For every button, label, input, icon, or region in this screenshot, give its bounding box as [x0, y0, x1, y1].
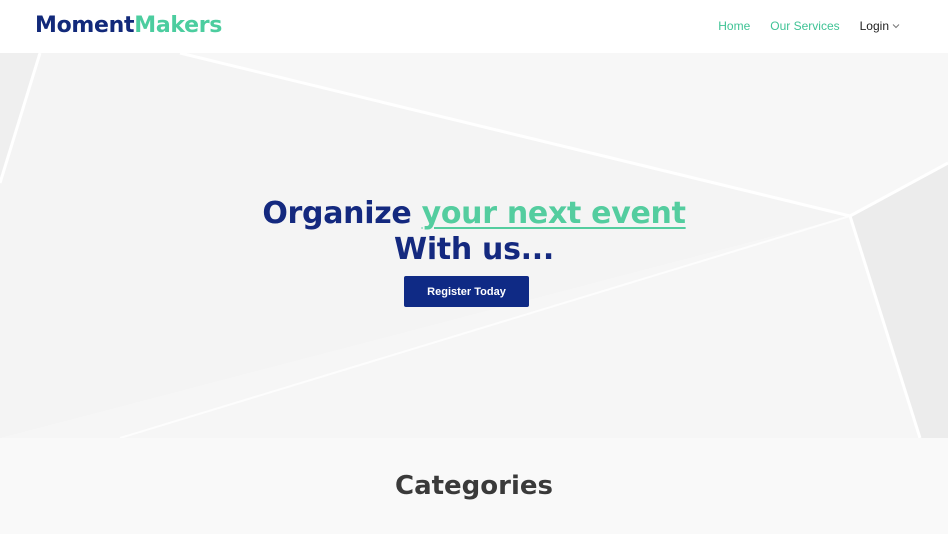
categories-section: Categories [0, 438, 948, 534]
chevron-down-icon [892, 24, 900, 29]
register-today-button[interactable]: Register Today [404, 276, 529, 307]
brand-logo[interactable]: MomentMakers [35, 12, 222, 40]
brand-logo-part2: Makers [134, 13, 223, 38]
hero-headline: Organize your next event With us... [0, 196, 948, 268]
brand-logo-part1: Moment [35, 13, 135, 38]
hero-headline-accent: your next event [421, 196, 686, 232]
nav-login-label: Login [859, 19, 889, 33]
nav-home-link[interactable]: Home [718, 18, 750, 34]
nav-services-link[interactable]: Our Services [770, 18, 839, 34]
top-navbar: MomentMakers Home Our Services Login [0, 0, 948, 53]
main-nav: Home Our Services Login [698, 18, 900, 34]
categories-title: Categories [394, 471, 553, 501]
hero-headline-line2: With us... [394, 232, 554, 268]
page: MomentMakers Home Our Services Login Org… [0, 0, 948, 534]
nav-login-dropdown[interactable]: Login [860, 18, 900, 34]
hero-headline-lead: Organize [262, 196, 422, 232]
